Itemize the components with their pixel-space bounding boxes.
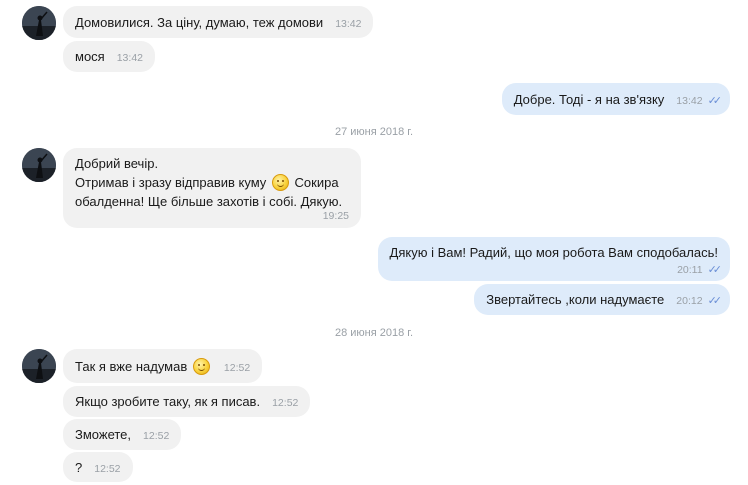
message-time: 12:52	[223, 362, 251, 374]
message-bubble[interactable]: Добрий вечір. Отримав і зразу відправив …	[63, 148, 361, 228]
message-text-line: Добрий вечір.	[75, 156, 159, 171]
message-time: 20:11	[677, 264, 703, 276]
message-time: 20:12	[676, 295, 703, 307]
message-time: 13:42	[116, 52, 143, 64]
smile-emoji-icon	[271, 174, 289, 191]
message-time: 19:25	[322, 210, 349, 222]
smile-emoji-icon	[192, 358, 210, 375]
message-text: Так я вже надумав	[75, 359, 188, 374]
message-text: Отримав і зразу відправив куму	[75, 175, 267, 190]
date-separator: 27 июня 2018 г.	[334, 126, 414, 138]
message-bubble[interactable]: Дякую і Вам! Радий, що моя робота Вам сп…	[377, 237, 730, 281]
message-text: Домовилися. За ціну, думаю, теж домови	[75, 15, 324, 30]
message-bubble[interactable]: Звертайтесь ,коли надумаєте 20:12 ✓✓	[474, 284, 730, 315]
message-bubble[interactable]: Зможете, 12:52	[63, 419, 182, 450]
message-text: ?	[75, 460, 83, 475]
double-check-icon: ✓✓	[707, 95, 723, 107]
message-bubble[interactable]: Так я вже надумав 12:52	[63, 349, 263, 383]
message-text: Добре. Тоді - я на зв'язку	[513, 92, 665, 107]
message-bubble[interactable]: Якщо зробите таку, як я писав. 12:52	[63, 386, 311, 417]
double-check-icon: ✓✓	[707, 264, 723, 276]
message-text: Зможете,	[75, 427, 132, 442]
message-bubble[interactable]: мося 13:42	[63, 41, 155, 72]
message-bubble[interactable]: ? 12:52	[63, 452, 133, 482]
message-time: 12:52	[94, 463, 121, 475]
message-text: мося	[75, 49, 105, 64]
message-text-line: Отримав і зразу відправив куму Сокира	[75, 173, 349, 192]
double-check-icon: ✓✓	[707, 295, 723, 307]
message-text: Сокира	[294, 175, 339, 190]
message-time: 12:52	[272, 397, 299, 409]
message-time: 12:52	[143, 430, 170, 442]
message-text: Дякую і Вам! Радий, що моя робота Вам сп…	[389, 245, 718, 260]
message-bubble[interactable]: Добре. Тоді - я на зв'язку 13:42 ✓✓	[501, 83, 730, 115]
avatar[interactable]	[22, 148, 56, 182]
date-separator: 28 июня 2018 г.	[334, 327, 414, 339]
avatar[interactable]	[22, 349, 56, 383]
message-text-line: обалденна! Ще більше захотів і собі. Дяк…	[75, 194, 343, 209]
message-time: 13:42	[335, 18, 362, 30]
message-text: Звертайтесь ,коли надумаєте	[486, 292, 665, 307]
message-time: 13:42	[676, 95, 703, 107]
message-bubble[interactable]: Домовилися. За ціну, думаю, теж домови 13…	[63, 6, 374, 38]
message-text: Якщо зробите таку, як я писав.	[75, 394, 261, 409]
avatar[interactable]	[22, 6, 56, 40]
